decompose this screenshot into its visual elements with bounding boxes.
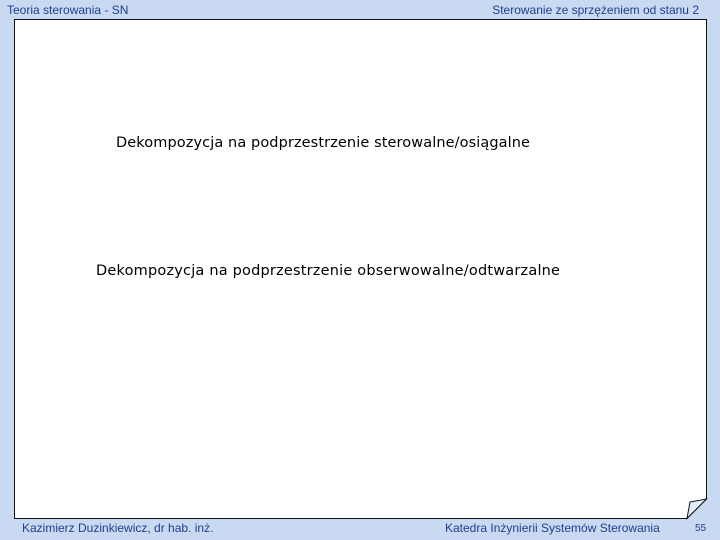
heading-observable-decomposition: Dekompozycja na podprzestrzenie obserwow… xyxy=(96,263,561,279)
heading-controllable-decomposition: Dekompozycja na podprzestrzenie sterowal… xyxy=(116,135,531,151)
author-footer: Kazimierz Duzinkiewicz, dr hab. inż. xyxy=(22,521,214,535)
lecture-title: Sterowanie ze sprzężeniem od stanu 2 xyxy=(492,3,699,17)
course-title: Teoria sterowania - SN xyxy=(7,3,129,17)
department-footer: Katedra Inżynierii Systemów Sterowania xyxy=(445,521,660,535)
page-number: 55 xyxy=(695,523,707,534)
